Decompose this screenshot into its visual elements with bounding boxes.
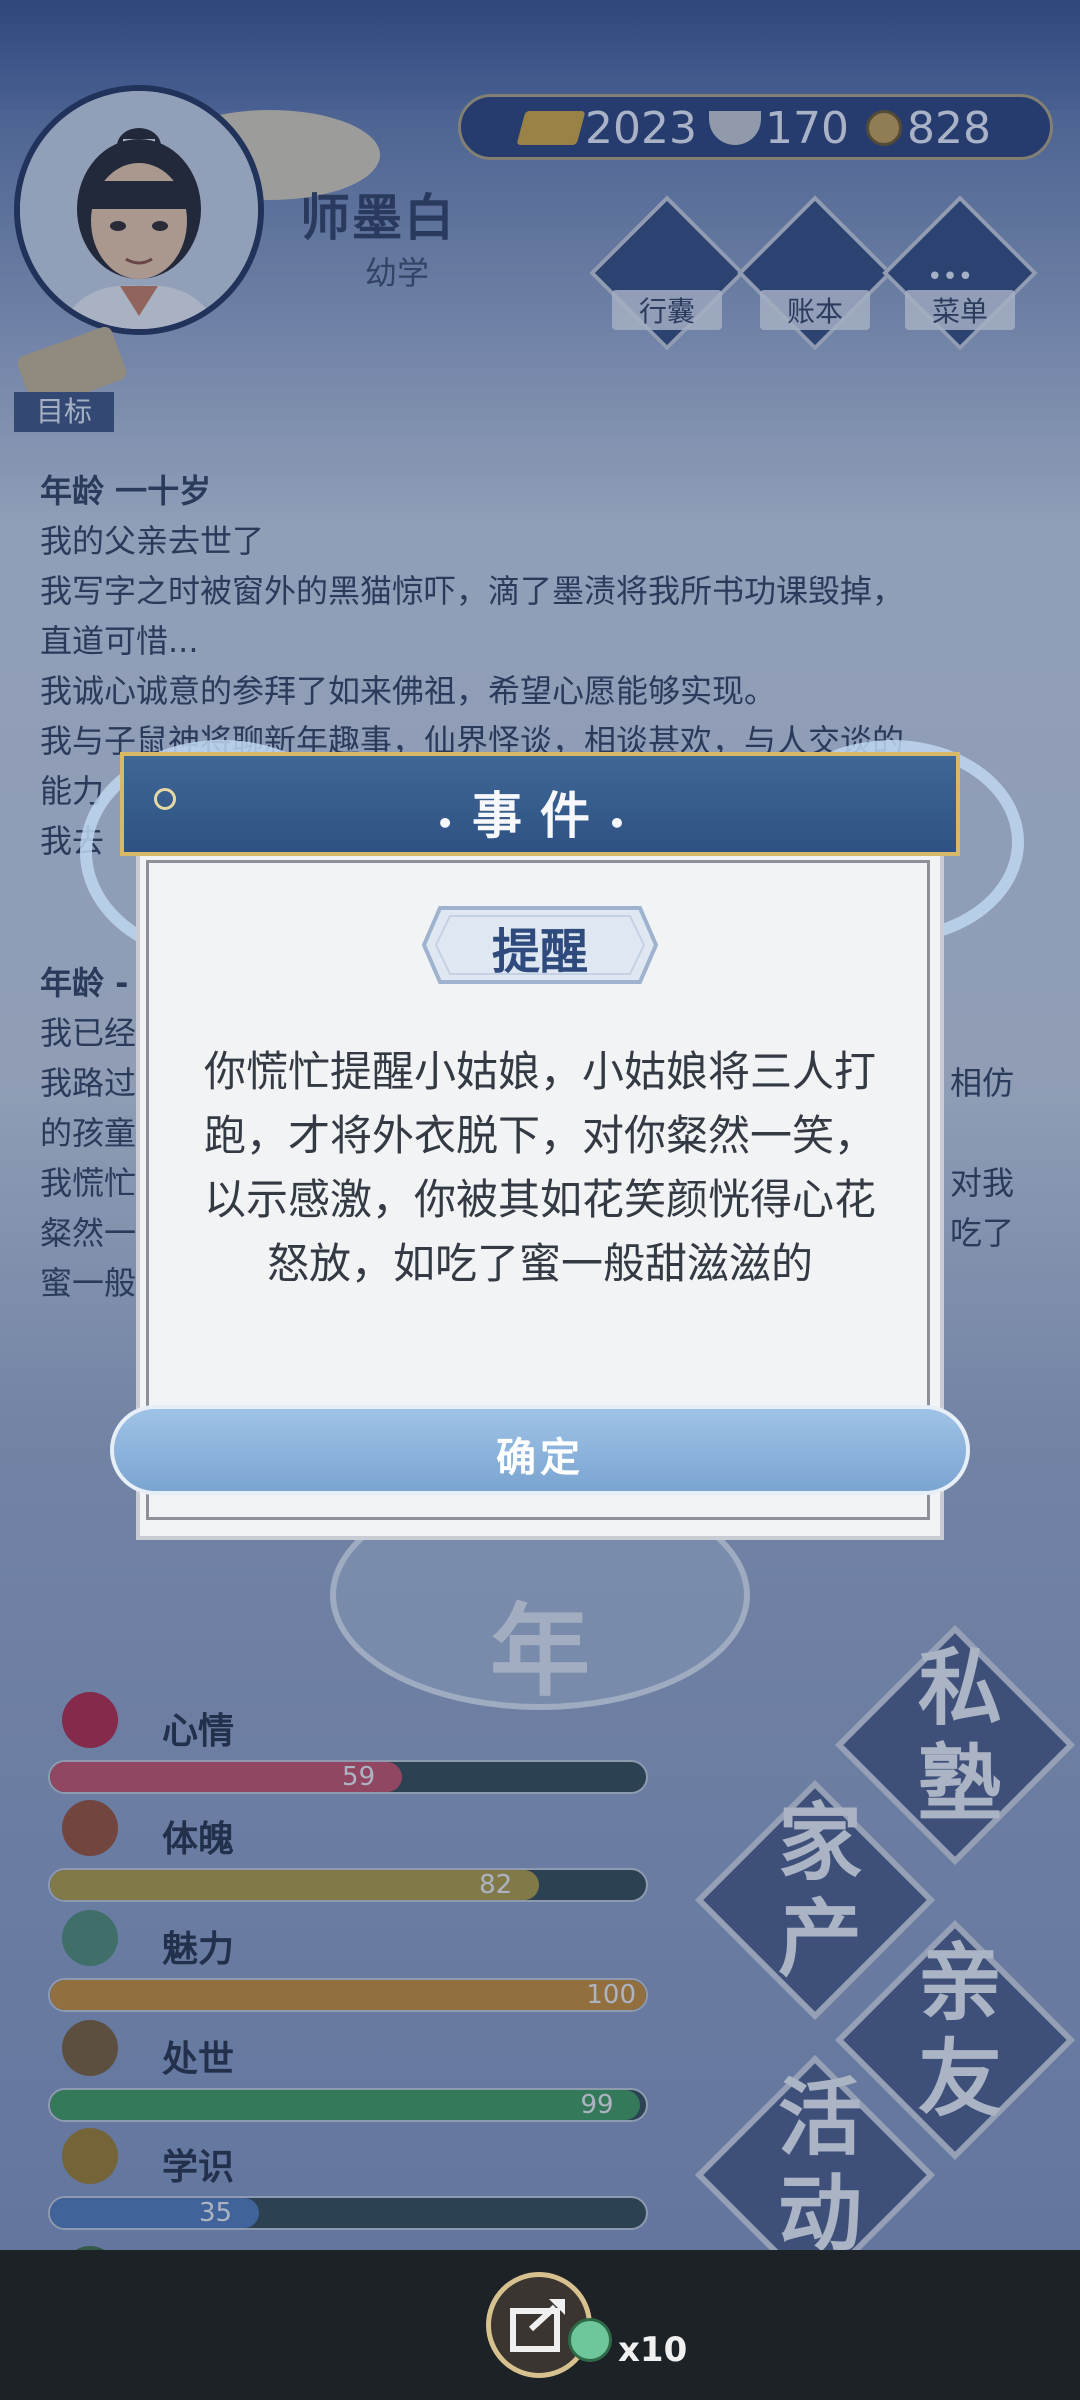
event-dialog-title: •事件•: [436, 787, 644, 845]
event-dialog-header: •事件•: [120, 752, 960, 856]
share-count: x10: [618, 2330, 688, 2370]
dot-icon: •: [608, 807, 644, 840]
jade-token-icon: [568, 2318, 612, 2362]
confirm-button[interactable]: 确定: [110, 1405, 970, 1495]
event-subtitle: 提醒: [491, 924, 588, 980]
confirm-label: 确定: [496, 1435, 584, 1481]
dot-icon: •: [436, 807, 472, 840]
event-description: 你慌忙提醒小姑娘，小姑娘将三人打跑，才将外衣脱下，对你粲然一笑，以示感激，你被其…: [203, 1047, 876, 1288]
